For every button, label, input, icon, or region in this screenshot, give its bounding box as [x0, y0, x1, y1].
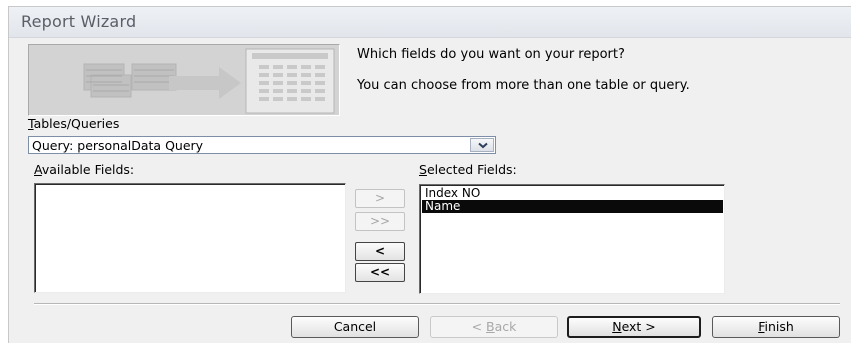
selected-fields-list[interactable]: Index NO Name: [419, 184, 725, 294]
report-layout-illustration: [28, 44, 340, 116]
add-all-fields-button[interactable]: >>: [355, 212, 405, 231]
next-button[interactable]: Next >: [567, 316, 701, 338]
selected-field-item[interactable]: Index NO: [422, 187, 723, 200]
add-field-button[interactable]: >: [355, 189, 405, 208]
wizard-question: Which fields do you want on your report?: [357, 47, 625, 62]
back-button-hotkey: B: [486, 319, 495, 334]
selected-fields-hotkey: S: [419, 162, 427, 177]
available-fields-label: Available Fields:: [34, 162, 134, 177]
remove-all-fields-button[interactable]: <<: [355, 263, 405, 282]
window-title: Report Wizard: [21, 12, 137, 31]
available-fields-hotkey: A: [34, 162, 42, 177]
back-button-prefix: <: [471, 319, 487, 334]
selected-fields-label: Selected Fields:: [419, 162, 517, 177]
tables-queries-value: Query: personalData Query: [32, 138, 204, 153]
tables-queries-label: Tables/Queries: [28, 116, 119, 131]
selected-fields-label-text: elected Fields:: [426, 162, 517, 177]
tables-queries-label-text: ables/Queries: [33, 116, 120, 131]
finish-button-text: inish: [764, 319, 794, 334]
available-fields-label-text: vailable Fields:: [41, 162, 135, 177]
finish-button[interactable]: Finish: [712, 316, 840, 338]
selected-field-item-highlighted[interactable]: Name: [422, 200, 723, 213]
back-button-text: ack: [494, 319, 517, 334]
back-button[interactable]: < Back: [430, 316, 558, 338]
next-button-text: ext >: [621, 319, 656, 334]
footer-divider: [34, 303, 840, 305]
combo-dropdown-button[interactable]: [470, 138, 494, 152]
available-fields-list[interactable]: [34, 183, 346, 293]
tables-queries-combo[interactable]: Query: personalData Query: [28, 136, 496, 154]
report-wizard-dialog: Report Wizard Which fields do you want o…: [8, 6, 851, 343]
cancel-button[interactable]: Cancel: [291, 316, 419, 338]
remove-field-button[interactable]: <: [355, 242, 405, 261]
title-bar[interactable]: Report Wizard: [9, 7, 851, 38]
chevron-down-icon: [478, 142, 488, 149]
next-button-hotkey: N: [612, 319, 622, 334]
wizard-hint: You can choose from more than one table …: [357, 78, 690, 93]
